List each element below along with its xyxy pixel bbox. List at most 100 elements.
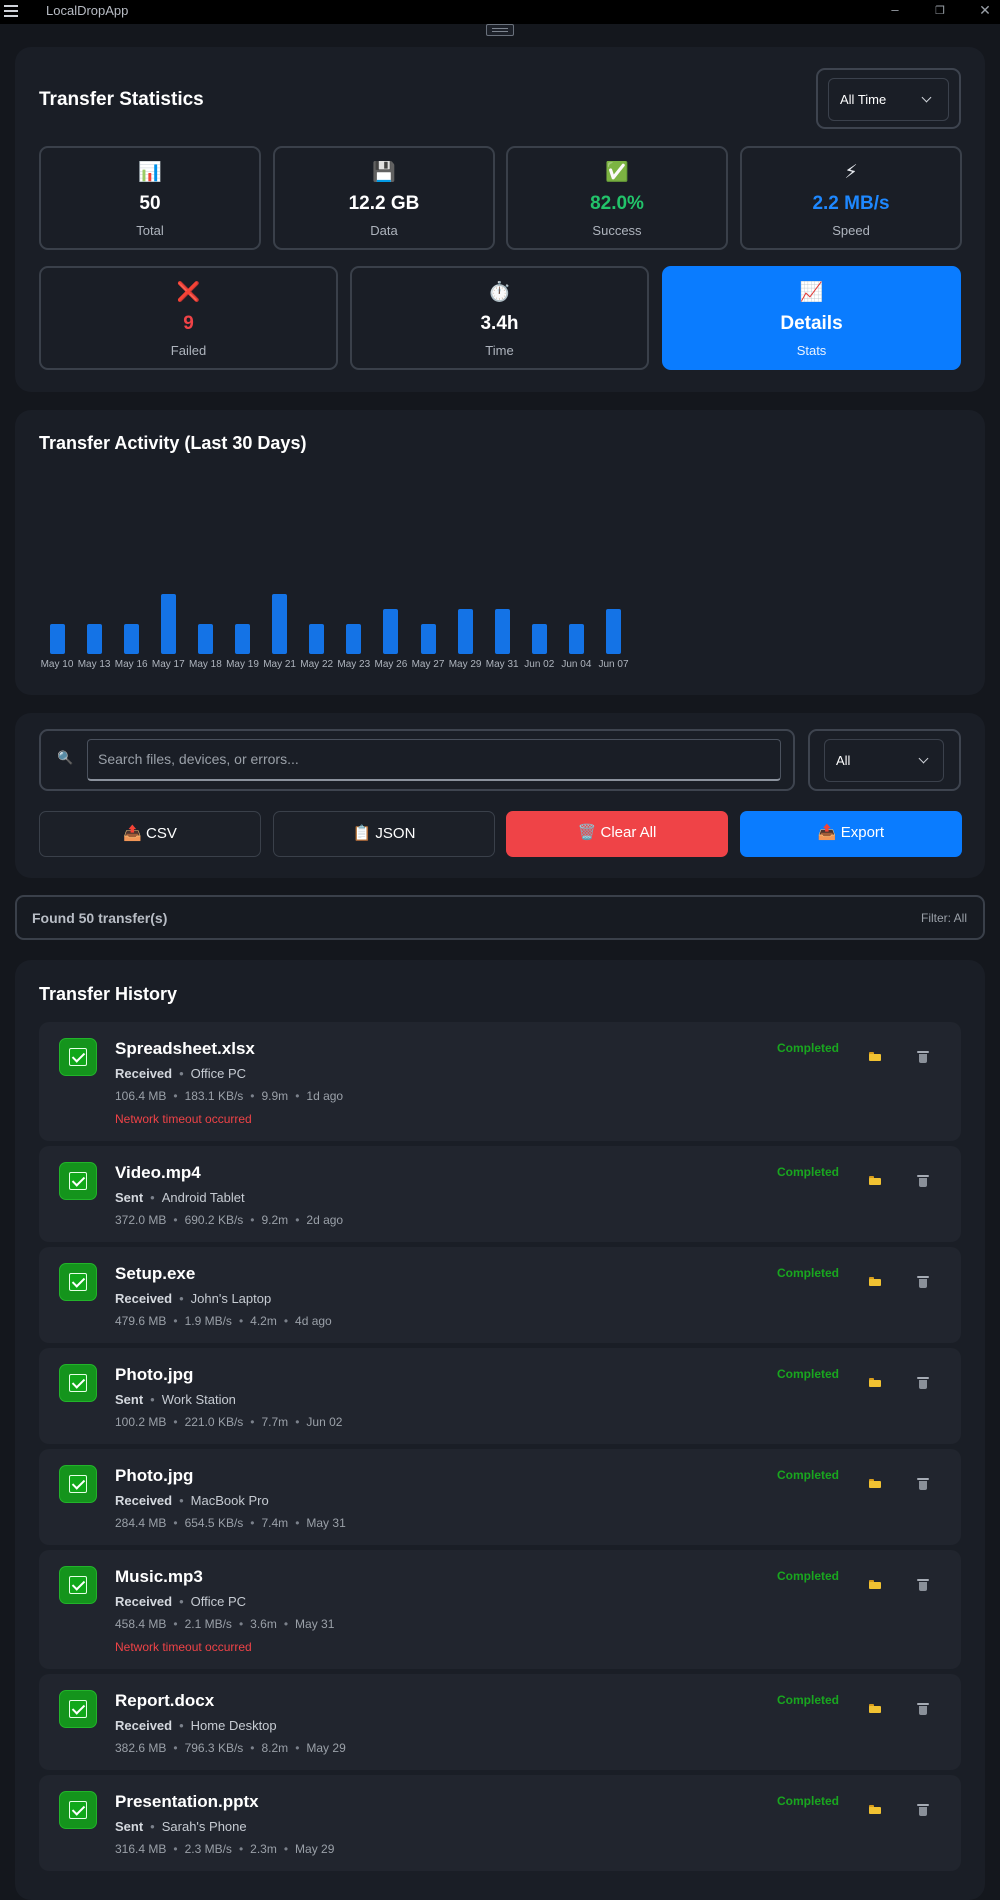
folder-icon[interactable]	[869, 1176, 881, 1185]
device-name: Office PC	[190, 1594, 247, 1609]
history-row[interactable]: Presentation.pptx Sent • Sarah's Phone 316.4…	[39, 1775, 961, 1871]
type-filter-frame: All	[808, 729, 961, 791]
folder-icon[interactable]	[869, 1277, 881, 1286]
folder-icon[interactable]	[869, 1580, 881, 1589]
chart-x-tick-label: May 10	[40, 659, 74, 670]
lightning-icon: ⚡	[844, 162, 858, 183]
transfer-speed: 1.9 MB/s	[184, 1314, 232, 1328]
search-input[interactable]: Search files, devices, or errors...	[87, 739, 781, 781]
trash-icon[interactable]	[917, 1175, 929, 1187]
history-row[interactable]: Music.mp3 Received • Office PC 458.4 MB • 2.1 …	[39, 1550, 961, 1669]
chart-x-tick-label: Jun 02	[524, 659, 555, 670]
trash-icon[interactable]	[917, 1051, 929, 1063]
transfer-direction: Received • John's Laptop	[115, 1291, 272, 1306]
transfer-duration: 4.2m	[250, 1314, 277, 1328]
time-filter-select[interactable]: All Time	[828, 78, 949, 121]
chart-x-tick-label: May 31	[485, 659, 519, 670]
stat-value: 50	[139, 193, 161, 214]
transfer-direction: Received • MacBook Pro	[115, 1493, 269, 1508]
file-name: Presentation.pptx	[115, 1792, 259, 1811]
device-name: Android Tablet	[161, 1190, 245, 1205]
status-badge: Completed	[777, 1693, 840, 1707]
transfer-speed: 654.5 KB/s	[184, 1516, 244, 1530]
transfer-meta: 106.4 MB • 183.1 KB/s • 9.9m • 1d ago	[115, 1089, 344, 1103]
status-badge: Completed	[777, 1468, 840, 1482]
chart-x-tick-label: May 29	[448, 659, 482, 670]
history-row[interactable]: Video.mp4 Sent • Android Tablet 372.0 MB • 690…	[39, 1146, 961, 1242]
transfer-time: Jun 02	[306, 1415, 343, 1429]
chart-x-tick-label: May 19	[226, 659, 259, 670]
history-row[interactable]: Spreadsheet.xlsx Received • Office PC 106.4 …	[39, 1022, 961, 1141]
status-badge: Completed	[777, 1165, 840, 1179]
history-row[interactable]: Report.docx Received • Home Desktop 382.6 MB…	[39, 1674, 961, 1770]
folder-icon[interactable]	[869, 1704, 881, 1713]
transfer-duration: 2.3m	[250, 1842, 277, 1856]
file-size: 382.6 MB	[115, 1741, 167, 1755]
history-row[interactable]: Photo.jpg Sent • Work Station 100.2 MB • 221.0…	[39, 1348, 961, 1444]
trash-icon[interactable]	[917, 1377, 929, 1389]
minimize-icon[interactable]: –	[885, 2, 905, 17]
file-size: 106.4 MB	[115, 1089, 167, 1103]
stat-value: Details	[780, 313, 843, 334]
trash-icon[interactable]	[917, 1579, 929, 1591]
trash-icon[interactable]	[917, 1804, 929, 1816]
transfer-meta: 479.6 MB • 1.9 MB/s • 4.2m • 4d ago	[115, 1314, 332, 1328]
transfer-meta: 458.4 MB • 2.1 MB/s • 3.6m • May 31	[115, 1617, 335, 1631]
transfer-meta: 382.6 MB • 796.3 KB/s • 8.2m • May 29	[115, 1741, 346, 1755]
time-filter-frame: All Time	[816, 68, 961, 129]
hamburger-menu-icon[interactable]	[4, 5, 18, 17]
type-filter-select[interactable]: All	[824, 739, 944, 782]
trash-icon[interactable]	[917, 1276, 929, 1288]
csv-button[interactable]: 📤 CSV	[39, 811, 261, 857]
transfer-duration: 9.2m	[261, 1213, 289, 1227]
transfer-time: May 29	[306, 1741, 346, 1755]
controls-panel: 🔍 Search files, devices, or errors... Al…	[15, 713, 985, 878]
chart-bar	[383, 609, 399, 654]
transfer-time: May 29	[295, 1842, 335, 1856]
json-button[interactable]: 📋 JSON	[273, 811, 495, 857]
close-icon[interactable]: ✕	[975, 2, 995, 19]
transfer-duration: 3.6m	[250, 1617, 277, 1631]
file-name: Music.mp3	[115, 1567, 203, 1586]
clear-all-button[interactable]: 🗑️ Clear All	[506, 811, 728, 857]
stat-label: Data	[370, 223, 398, 238]
stat-card-details[interactable]: 📈 Details Stats	[662, 266, 961, 370]
completed-check-icon	[59, 1690, 97, 1728]
transfer-time: May 31	[295, 1617, 335, 1631]
chart-bar	[494, 609, 510, 654]
trash-icon[interactable]	[917, 1703, 929, 1715]
restore-icon[interactable]: ❐	[930, 4, 950, 17]
direction-label: Sent	[115, 1392, 144, 1407]
device-name: Home Desktop	[190, 1718, 277, 1733]
chart-bar	[346, 624, 362, 654]
folder-icon[interactable]	[869, 1479, 881, 1488]
folder-icon[interactable]	[869, 1805, 881, 1814]
history-row[interactable]: Setup.exe Received • John's Laptop 479.6 MB •…	[39, 1247, 961, 1343]
chart-x-tick-label: Jun 04	[561, 659, 592, 670]
history-row[interactable]: Photo.jpg Received • MacBook Pro 284.4 MB • 65…	[39, 1449, 961, 1545]
chart-x-tick-label: May 27	[411, 659, 445, 670]
transfer-direction: Received • Office PC	[115, 1066, 247, 1081]
chart-x-tick-label: May 21	[263, 659, 296, 670]
stat-value: 2.2 MB/s	[812, 193, 890, 214]
folder-icon[interactable]	[869, 1052, 881, 1061]
folder-icon[interactable]	[869, 1378, 881, 1387]
stat-label: Failed	[170, 343, 207, 358]
transfer-direction: Received • Home Desktop	[115, 1718, 277, 1733]
stat-label: Success	[592, 223, 642, 238]
transfer-meta: 316.4 MB • 2.3 MB/s • 2.3m • May 29	[115, 1842, 335, 1856]
export-button[interactable]: 📤 Export	[740, 811, 962, 857]
chevron-down-icon	[921, 92, 932, 103]
chart-bar	[197, 624, 213, 654]
direction-label: Received	[115, 1066, 173, 1081]
file-size: 100.2 MB	[115, 1415, 167, 1429]
search-placeholder: Search files, devices, or errors...	[98, 751, 299, 767]
results-count: Found 50 transfer(s)	[32, 910, 168, 926]
stat-value: 9	[183, 313, 194, 334]
time-filter-value: All Time	[840, 92, 887, 107]
drag-handle-icon[interactable]	[486, 24, 514, 36]
trash-icon[interactable]	[917, 1478, 929, 1490]
transfer-time: 1d ago	[306, 1089, 344, 1103]
transfer-duration: 7.4m	[261, 1516, 289, 1530]
results-summary: Found 50 transfer(s) Filter: All	[15, 895, 985, 940]
